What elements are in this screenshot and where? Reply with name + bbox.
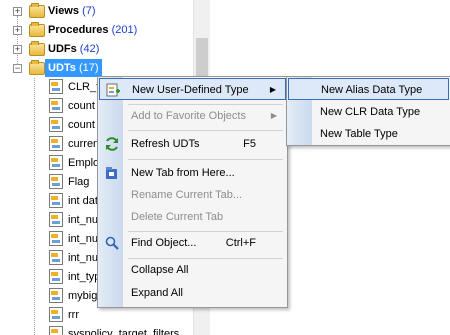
- udts-folder-icon: [29, 60, 45, 75]
- user-defined-type-icon: [49, 307, 63, 322]
- plus-expander-icon[interactable]: +: [13, 26, 22, 35]
- tree-child-label: int dat: [68, 195, 98, 207]
- tree-child-label: int_nu: [68, 233, 98, 245]
- context-menu: New User-Defined Type ▶ Add to Favorite …: [97, 76, 288, 308]
- magnifier-icon: [105, 236, 119, 250]
- plus-expander-icon[interactable]: +: [13, 45, 22, 54]
- tree-child-label: Flag: [68, 176, 90, 188]
- tree-node-label: Procedures (201): [48, 24, 138, 36]
- user-defined-type-icon: [49, 231, 63, 246]
- tree-child-udt[interactable]: rrr: [0, 306, 193, 324]
- user-defined-type-icon: [49, 212, 63, 227]
- menu-item-label: Collapse All: [131, 264, 189, 276]
- menu-item-label: New Table Type: [320, 128, 398, 140]
- procedures-folder-icon: [29, 22, 45, 37]
- menu-item-collapse-all[interactable]: Collapse All: [99, 259, 286, 281]
- menu-item-label: Expand All: [131, 287, 183, 299]
- menu-item-label: New CLR Data Type: [320, 106, 421, 118]
- menu-item-refresh-udts[interactable]: Refresh UDTs F5: [99, 133, 286, 155]
- menu-item-find-object[interactable]: Find Object... Ctrl+F: [99, 232, 286, 254]
- menu-item-label: New Tab from Here...: [131, 167, 235, 179]
- new-tab-icon: [106, 167, 117, 179]
- menu-item-new-tab[interactable]: New Tab from Here...: [99, 162, 286, 184]
- menu-item-label: New Alias Data Type: [321, 84, 423, 96]
- tree-child-label: mybig: [68, 290, 98, 302]
- menu-item-label: Refresh UDTs: [131, 138, 200, 150]
- tree-child-label: count: [68, 100, 95, 112]
- tree-node-label: UDFs (42): [48, 43, 100, 55]
- user-defined-type-icon: [49, 326, 63, 335]
- submenu-arrow-icon: ▶: [269, 85, 276, 94]
- user-defined-type-icon: [49, 136, 63, 151]
- menu-item-label: New User-Defined Type: [132, 84, 249, 96]
- tree-child-label: int_typ: [68, 271, 101, 283]
- tree-child-label: int_nu: [68, 252, 98, 264]
- tree-child-label: Emplo: [68, 157, 100, 169]
- menu-item-label: Rename Current Tab...: [131, 189, 243, 201]
- user-defined-type-icon: [49, 117, 63, 132]
- minus-expander-icon[interactable]: −: [13, 64, 22, 73]
- tree-child-label: rrr: [68, 309, 79, 321]
- udfs-folder-icon: [29, 41, 45, 56]
- tree-node-label-selected: UDTs (17): [45, 59, 102, 77]
- user-defined-type-icon: [49, 155, 63, 170]
- tree-node-udts[interactable]: − UDTs (17): [0, 59, 193, 77]
- menu-item-new-user-defined-type[interactable]: New User-Defined Type ▶: [99, 78, 286, 100]
- menu-item-shortcut: F5: [243, 138, 256, 150]
- tree-node-udfs[interactable]: + UDFs (42): [0, 40, 193, 58]
- menu-item-delete-tab[interactable]: Delete Current Tab: [99, 206, 286, 228]
- menu-separator: [128, 130, 283, 131]
- menu-item-label: Find Object...: [131, 237, 197, 249]
- views-folder-icon: [29, 3, 45, 18]
- user-defined-type-icon: [49, 288, 63, 303]
- user-defined-type-icon: [49, 250, 63, 265]
- user-defined-type-icon: [49, 79, 63, 94]
- user-defined-type-icon: [49, 269, 63, 284]
- menu-item-label: Add to Favorite Objects: [131, 110, 246, 122]
- submenu-item-new-table-type[interactable]: New Table Type: [288, 123, 449, 145]
- submenu-item-new-alias-data-type[interactable]: New Alias Data Type: [288, 78, 449, 100]
- tree-node-label: Views (7): [48, 5, 96, 17]
- submenu-arrow-icon: ▶: [270, 111, 277, 120]
- tree-child-udt[interactable]: syspolicy_target_filters: [0, 325, 193, 335]
- plus-expander-icon[interactable]: +: [13, 7, 22, 16]
- submenu-item-new-clr-data-type[interactable]: New CLR Data Type: [288, 101, 449, 123]
- menu-item-add-to-favorites[interactable]: Add to Favorite Objects ▶: [99, 105, 286, 127]
- tree-node-views[interactable]: + Views (7): [0, 2, 193, 20]
- tree-child-label: curren: [68, 138, 100, 150]
- submenu-new-udt: New Alias Data Type New CLR Data Type Ne…: [286, 76, 450, 146]
- user-defined-type-icon: [49, 193, 63, 208]
- menu-item-rename-tab[interactable]: Rename Current Tab...: [99, 184, 286, 206]
- menu-separator: [128, 159, 283, 160]
- user-defined-type-icon: [49, 174, 63, 189]
- refresh-icon: [106, 137, 118, 151]
- user-defined-type-icon: [49, 98, 63, 113]
- tree-child-label: count: [68, 119, 95, 131]
- menu-item-shortcut: Ctrl+F: [225, 237, 256, 249]
- tree-node-procedures[interactable]: + Procedures (201): [0, 21, 193, 39]
- tree-child-label: int_nu: [68, 214, 98, 226]
- menu-item-label: Delete Current Tab: [131, 211, 224, 223]
- tree-child-label: syspolicy_target_filters: [68, 328, 180, 335]
- tree-child-label: CLR_t: [68, 81, 100, 93]
- new-udt-icon: [106, 83, 120, 97]
- menu-item-expand-all[interactable]: Expand All: [99, 282, 286, 304]
